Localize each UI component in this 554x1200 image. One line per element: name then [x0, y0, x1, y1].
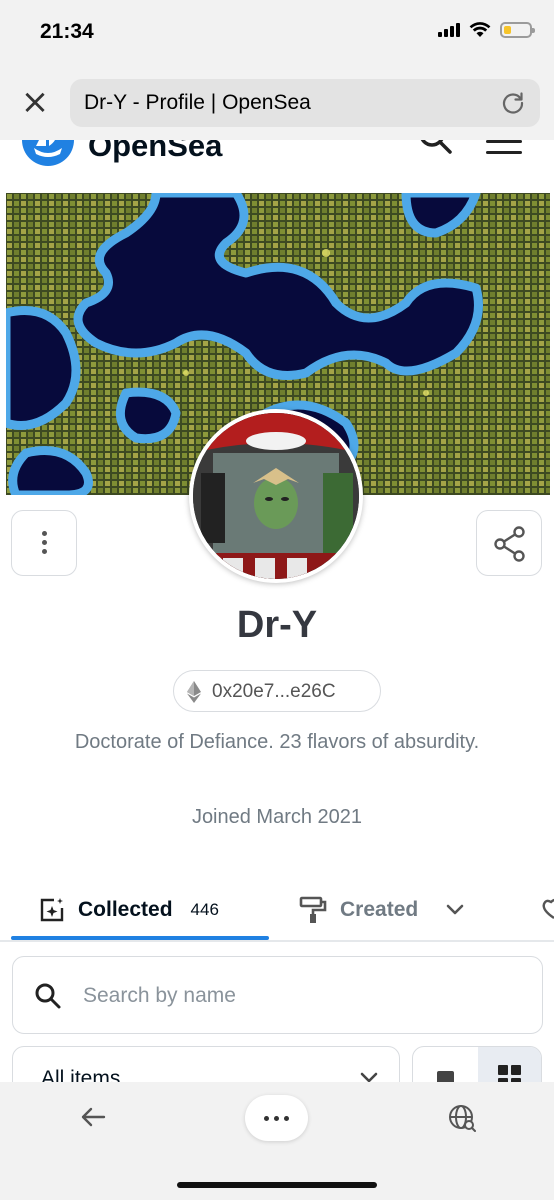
- tab-created[interactable]: Created: [298, 880, 468, 940]
- opensea-logo-icon[interactable]: [22, 140, 74, 166]
- browser-bottom-bar: [0, 1082, 554, 1200]
- profile-avatar: [189, 409, 363, 583]
- search-input[interactable]: Search by name: [12, 956, 543, 1034]
- tab-created-label: Created: [340, 898, 419, 921]
- more-options-button[interactable]: [11, 510, 77, 576]
- status-icons: [438, 22, 535, 38]
- browser-toolbar: × Dr-Y - Profile | OpenSea: [0, 66, 554, 140]
- site-header: OpenSea: [0, 140, 554, 192]
- status-time: 21:34: [40, 20, 94, 43]
- battery-level: [504, 26, 512, 34]
- wallet-address-button[interactable]: 0x20e7...e26C: [173, 670, 381, 712]
- page-title: Dr-Y - Profile | OpenSea: [84, 91, 311, 114]
- reload-icon[interactable]: [500, 90, 526, 116]
- profile-name: Dr-Y: [236, 604, 318, 646]
- share-icon: [494, 526, 525, 562]
- paint-roller-icon: [299, 896, 327, 923]
- home-indicator: [177, 1182, 377, 1188]
- grid-icon: [498, 1065, 508, 1075]
- address-bar[interactable]: Dr-Y - Profile | OpenSea: [70, 79, 540, 127]
- hamburger-menu-icon[interactable]: [486, 140, 522, 160]
- ethereum-icon: [187, 681, 201, 703]
- sparkle-frame-icon: [40, 898, 64, 922]
- tab-collected-count: 446: [190, 900, 219, 919]
- wifi-icon: [469, 22, 491, 37]
- search-placeholder: Search by name: [83, 984, 236, 1007]
- chevron-down-icon[interactable]: [442, 897, 468, 923]
- tab-collected[interactable]: Collected 446: [38, 880, 219, 940]
- filter-panel: Search by name All items: [0, 941, 554, 1096]
- back-arrow-icon[interactable]: [80, 1106, 106, 1128]
- status-bar: 21:34: [0, 0, 554, 66]
- more-menu-button[interactable]: [245, 1095, 308, 1141]
- battery-icon: [500, 22, 535, 38]
- site-logo-text[interactable]: OpenSea: [88, 140, 222, 164]
- share-button[interactable]: [476, 510, 542, 576]
- wallet-address: 0x20e7...e26C: [212, 681, 336, 702]
- search-icon[interactable]: [416, 140, 456, 160]
- profile-tabs: Collected 446 Created: [0, 880, 554, 940]
- cellular-signal-icon: [438, 23, 460, 37]
- close-icon[interactable]: ×: [18, 85, 52, 119]
- search-icon: [35, 983, 61, 1009]
- globe-icon[interactable]: [448, 1104, 476, 1132]
- heart-icon[interactable]: [540, 896, 554, 922]
- tab-collected-label: Collected: [78, 898, 173, 921]
- profile-bio: Doctorate of Defiance. 23 flavors of abs…: [74, 731, 480, 753]
- joined-date: Joined March 2021: [191, 806, 363, 828]
- vertical-dots-icon: [42, 531, 47, 558]
